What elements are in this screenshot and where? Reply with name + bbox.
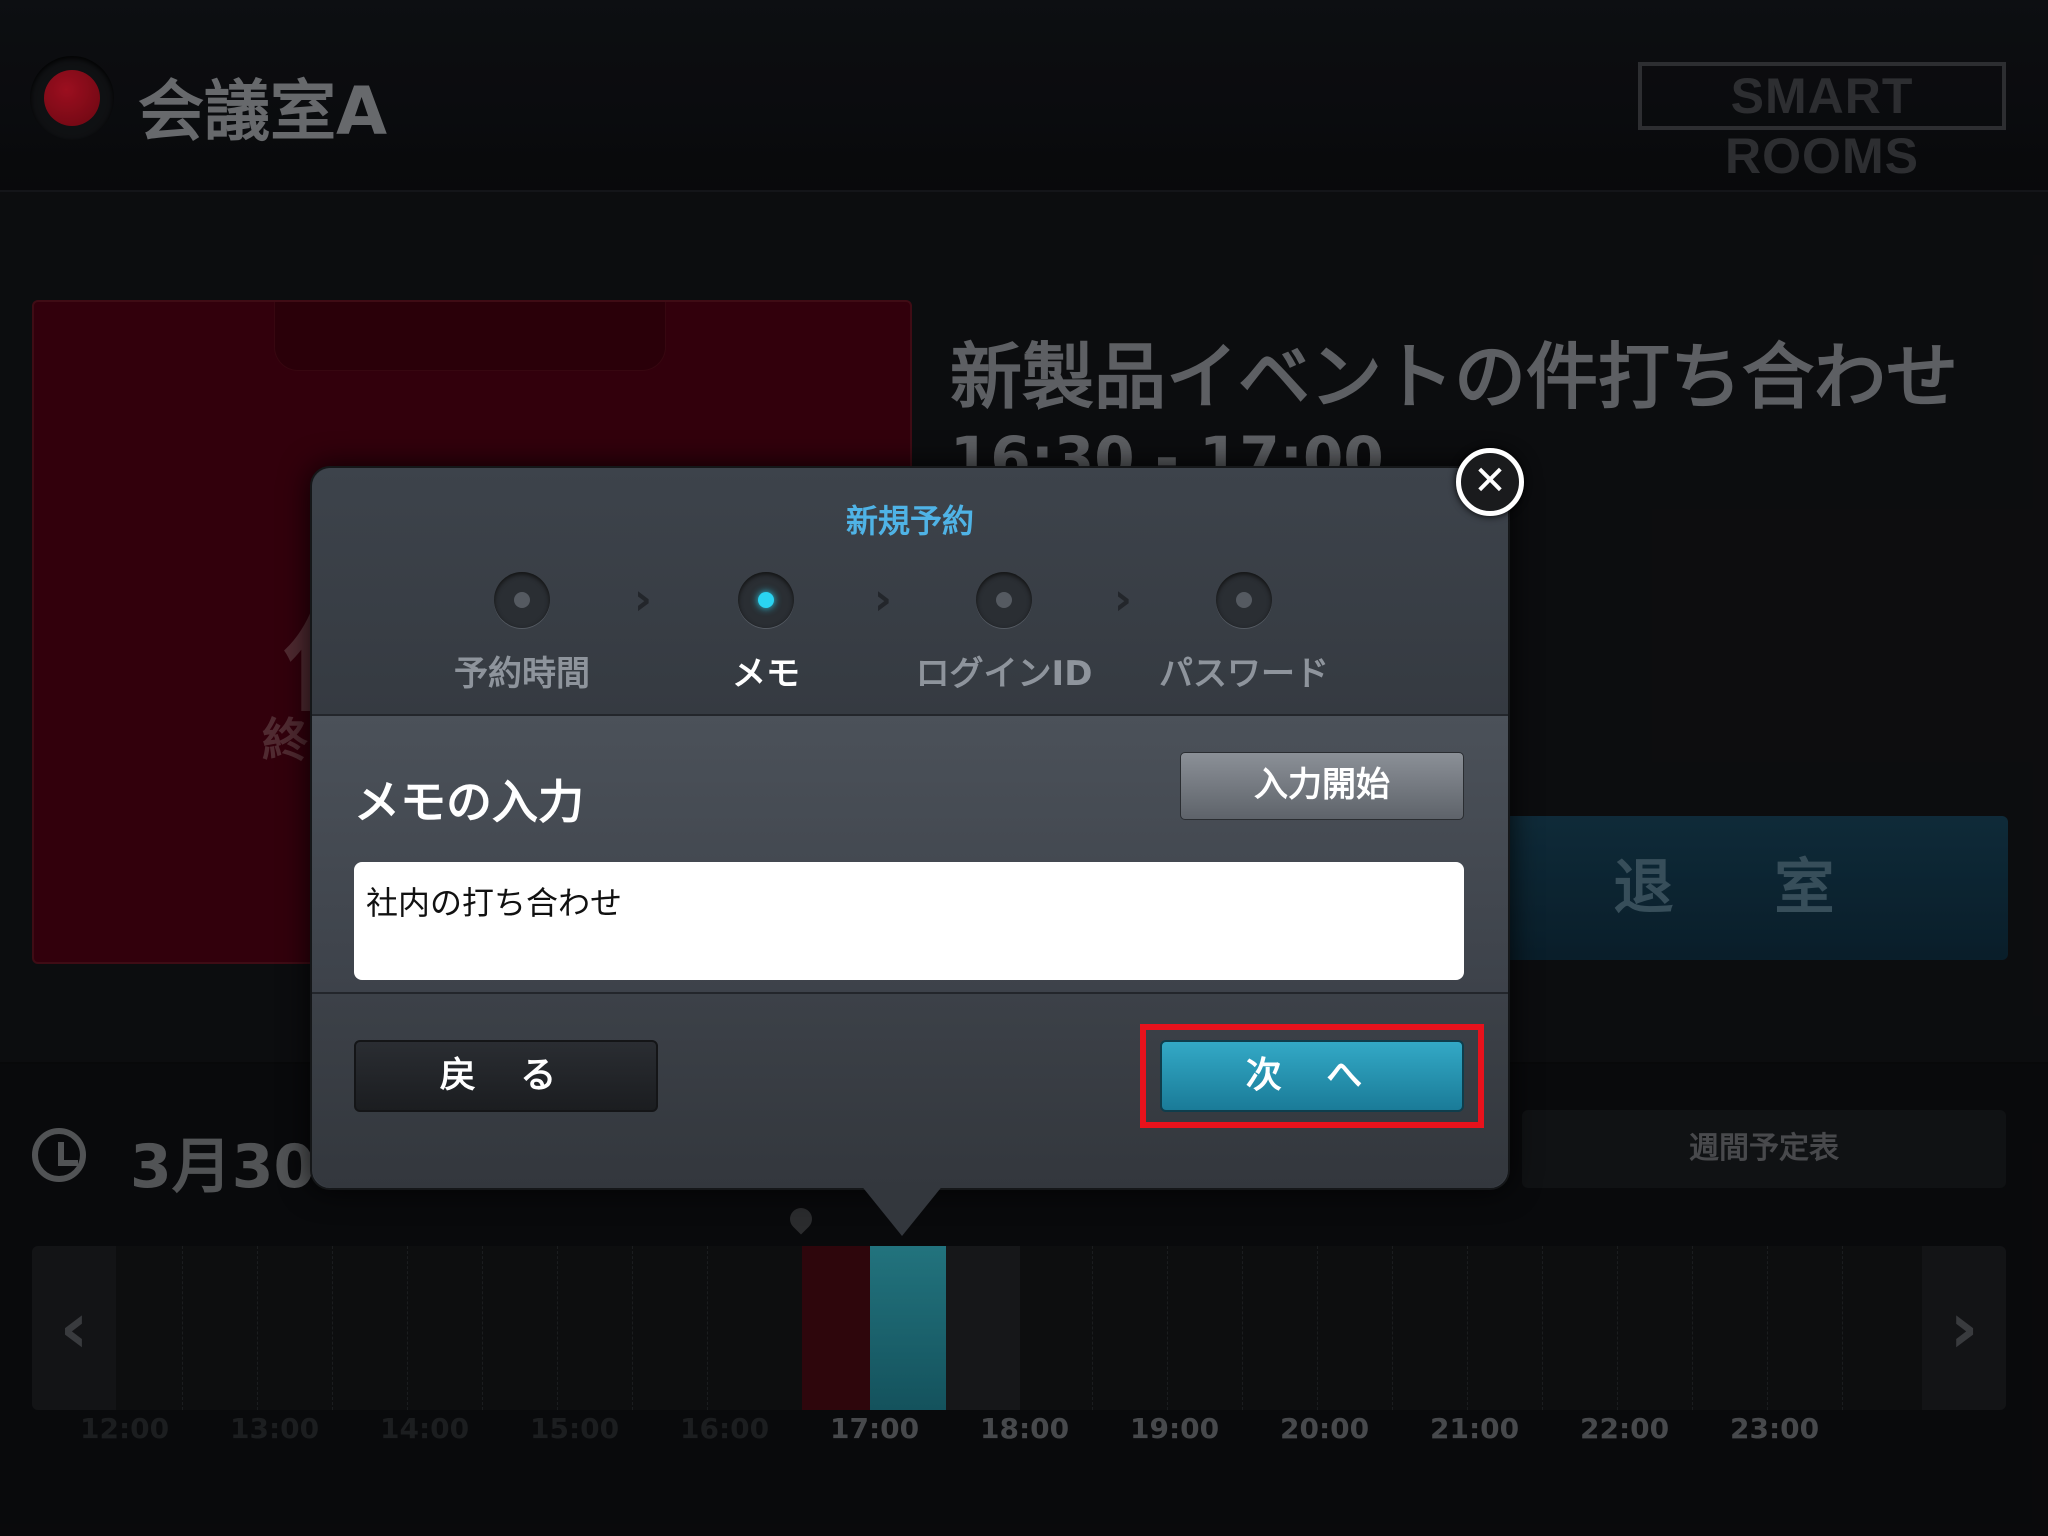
step-label-reservation-time: 予約時間: [454, 654, 590, 694]
chevron-right-icon: ›: [633, 574, 653, 625]
step-indicator-memo: [738, 572, 794, 628]
step-indicator-password: [1216, 572, 1272, 628]
start-input-button[interactable]: 入力開始: [1180, 752, 1464, 820]
next-button-highlight: [1140, 1024, 1484, 1128]
step-label-password: パスワード: [1159, 654, 1329, 694]
dialog-body: メモの入力 入力開始 社内の打ち合わせ: [312, 716, 1508, 994]
memo-heading: メモの入力: [354, 775, 584, 829]
step-indicator-login-id: [976, 572, 1032, 628]
step-indicator-reservation-time: [494, 572, 550, 628]
close-icon[interactable]: ✕: [1456, 448, 1524, 516]
chevron-right-icon: ›: [873, 574, 893, 625]
dialog-footer: 戻 る 次 へ: [312, 994, 1508, 1188]
dialog-pointer: [860, 1184, 944, 1236]
step-label-login-id: ログインID: [915, 654, 1093, 694]
memo-input[interactable]: 社内の打ち合わせ: [354, 862, 1464, 980]
step-label-memo: メモ: [732, 654, 800, 694]
dialog-header: 新規予約 › › › 予約時間 メモ ログインID パスワード: [312, 468, 1508, 716]
dialog-title: 新規予約: [845, 502, 974, 540]
back-button[interactable]: 戻 る: [354, 1040, 658, 1112]
new-reservation-dialog: 新規予約 › › › 予約時間 メモ ログインID パスワード メモの入力 入力…: [310, 448, 1524, 1236]
chevron-right-icon: ›: [1113, 574, 1133, 625]
dialog-content: 新規予約 › › › 予約時間 メモ ログインID パスワード メモの入力 入力…: [312, 468, 1508, 1188]
